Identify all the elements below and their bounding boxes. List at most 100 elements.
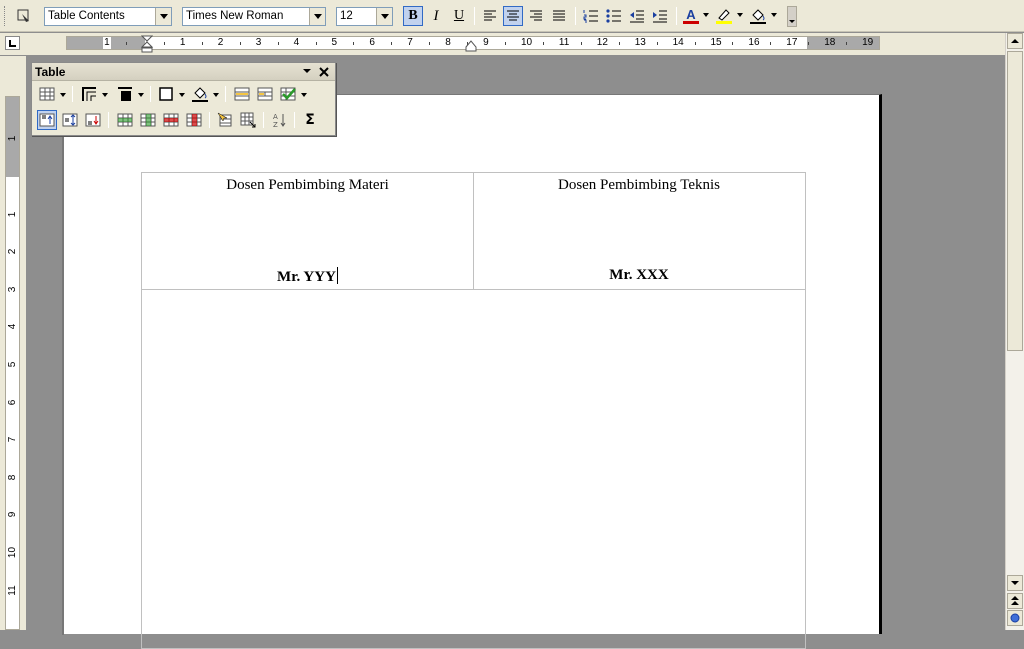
double-arrow-up-icon [1011,596,1019,605]
line-width-button[interactable] [115,84,135,104]
justify-icon [553,10,565,21]
chevron-down-icon[interactable] [309,8,325,25]
font-size-select[interactable]: 12 [336,7,393,26]
font-name-select[interactable]: Times New Roman [182,7,326,26]
ruler-tick [846,42,848,45]
split-cells-button[interactable] [255,84,275,104]
toolbar-separator [294,112,295,128]
decrease-indent-icon [630,10,644,23]
table-autoformat-button[interactable] [278,84,298,104]
select-table-button[interactable] [215,110,235,130]
toolbar-separator [575,7,576,25]
chevron-down-icon[interactable] [771,13,777,17]
bold-button[interactable]: B [403,6,423,26]
increase-indent-button[interactable] [650,6,670,26]
chevron-down-icon[interactable] [737,13,743,17]
vertical-ruler-label: 1 [7,132,18,146]
tab-selector-button[interactable] [5,36,20,50]
ruler-label: 9 [482,37,490,49]
align-middle-button[interactable] [60,110,80,130]
chevron-down-icon[interactable] [60,93,66,97]
ruler-label: 5 [330,37,339,49]
delete-row-icon [163,113,179,127]
vertical-scrollbar[interactable] [1005,33,1024,630]
chevron-down-icon[interactable] [303,69,311,75]
chevron-down-icon[interactable] [213,93,219,97]
merge-cells-icon [234,87,250,101]
ruler-tick [808,42,810,45]
highlight-button[interactable] [714,6,734,26]
outside-border-button[interactable] [156,84,176,104]
left-tab-icon [9,40,16,47]
sort-button[interactable]: AZ [269,110,289,130]
ruler-tick [126,42,128,45]
chevron-down-icon[interactable] [155,8,171,25]
table-fill-color-button[interactable] [190,84,210,104]
fill-color-button[interactable] [748,6,768,26]
ruler-tick [391,42,393,45]
font-color-button[interactable]: A [681,6,701,26]
ruler-label: 3 [254,37,263,49]
arrow-down-icon [1011,581,1019,585]
merge-cells-button[interactable] [232,84,252,104]
table-toolbar[interactable]: Table A Z Σ [31,62,336,136]
delete-row-button[interactable] [161,110,181,130]
select-browse-object-button[interactable] [1007,610,1023,626]
align-left-button[interactable] [480,6,500,26]
first-line-indent-marker-icon[interactable] [141,35,153,55]
ruler-tick [656,42,658,45]
insert-row-icon [117,113,133,127]
insert-table-button[interactable] [37,84,57,104]
scroll-thumb[interactable] [1007,51,1023,351]
sum-button[interactable]: Σ [300,110,320,130]
table-cell-teknis[interactable]: Dosen Pembimbing Teknis Mr. XXX [473,172,806,290]
ruler-label: 17 [785,37,799,49]
table-cell-materi[interactable]: Dosen Pembimbing Materi Mr. YYY [141,172,474,290]
align-bottom-button[interactable] [83,110,103,130]
bullets-button[interactable] [604,6,624,26]
scroll-down-button[interactable] [1007,575,1023,591]
italic-button[interactable]: I [426,6,446,26]
close-icon[interactable] [319,67,329,77]
numbering-icon [583,10,598,23]
ruler-tick [353,42,355,45]
align-center-button[interactable] [503,6,523,26]
chevron-down-icon[interactable] [179,93,185,97]
borders-button[interactable] [79,84,99,104]
table-cell-empty[interactable] [141,289,806,649]
chevron-down-icon[interactable] [301,93,307,97]
chevron-down-icon[interactable] [102,93,108,97]
justify-button[interactable] [549,6,569,26]
align-right-icon [530,10,542,21]
vertical-ruler[interactable]: 1 1 2 3 4 5 6 7 8 9 10 11 [0,56,26,630]
previous-page-button[interactable] [1007,593,1023,609]
insert-row-button[interactable] [115,110,135,130]
document-page[interactable]: Dosen Pembimbing Materi Mr. YYY Dosen Pe… [62,94,882,649]
table-toolbar-titlebar[interactable]: Table [32,63,335,81]
select-table-icon [217,112,232,127]
chevron-down-icon[interactable] [138,93,144,97]
scroll-up-button[interactable] [1007,33,1023,49]
decrease-indent-button[interactable] [627,6,647,26]
underline-button[interactable]: U [449,6,469,26]
chevron-down-icon[interactable] [376,8,392,25]
optimal-size-button[interactable] [238,110,258,130]
toolbar-overflow-button[interactable] [787,6,797,27]
cell-heading: Dosen Pembimbing Materi [226,177,389,193]
chevron-down-icon[interactable] [703,13,709,17]
toolbar-separator [108,112,109,128]
vertical-ruler-scale: 1 1 2 3 4 5 6 7 8 9 10 11 [5,96,20,630]
numbering-button[interactable] [581,6,601,26]
styles-formatting-button[interactable] [14,6,34,26]
paragraph-style-select[interactable]: Table Contents [44,7,172,26]
align-right-button[interactable] [526,6,546,26]
align-top-button[interactable] [37,110,57,130]
ruler-label: 11 [557,37,571,49]
horizontal-ruler[interactable]: 1 1 2 3 4 5 6 7 8 9 10 11 12 13 14 15 16 17 18 19 [0,33,1024,55]
svg-text:Z: Z [273,121,278,128]
right-indent-marker-icon[interactable] [465,39,477,53]
delete-column-button[interactable] [184,110,204,130]
toolbar-grip[interactable] [4,6,7,26]
ruler-tick [277,42,279,45]
insert-column-button[interactable] [138,110,158,130]
